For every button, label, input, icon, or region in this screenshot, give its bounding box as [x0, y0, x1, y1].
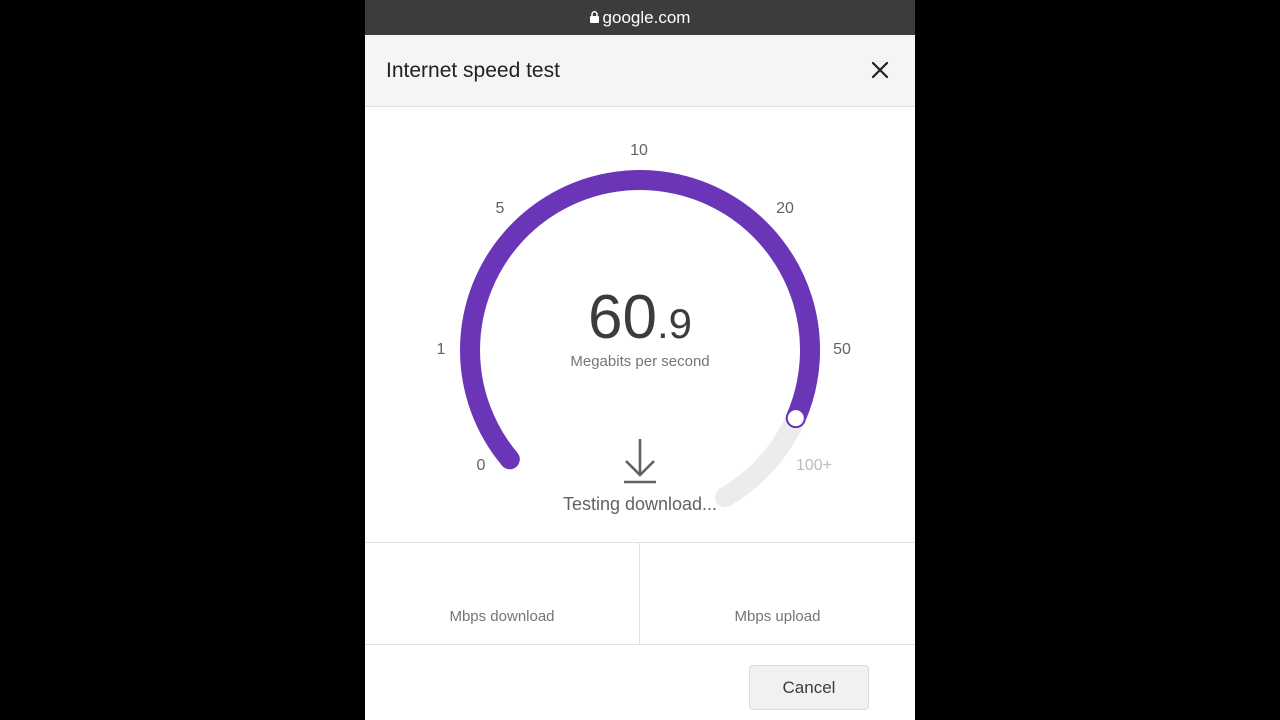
- download-arrow-icon: [624, 439, 656, 484]
- tick-label: 1: [436, 341, 446, 358]
- tick-label: 100+: [795, 457, 833, 474]
- upload-result: Mbps upload: [640, 543, 915, 644]
- speed-value-decimal: .9: [656, 300, 692, 347]
- close-icon[interactable]: [867, 57, 893, 83]
- lock-icon: [589, 10, 599, 23]
- browser-url-bar[interactable]: google.com: [365, 0, 915, 35]
- download-label: Mbps download: [449, 608, 555, 625]
- speed-unit: Megabits per second: [570, 353, 710, 370]
- speed-value-integer: 60: [588, 283, 657, 352]
- tick-label: 50: [833, 341, 851, 358]
- dialog-title: Internet speed test: [386, 59, 560, 82]
- upload-label: Mbps upload: [734, 608, 821, 625]
- speed-gauge: 0 1 5 10 20 50 100+ 60.9 Megabits per se…: [365, 107, 915, 542]
- download-result: Mbps download: [365, 543, 640, 644]
- status-text: Testing download...: [562, 494, 718, 514]
- tick-label: 20: [776, 200, 794, 217]
- phone-screen: google.com Internet speed test 0 1 5 10 …: [365, 0, 915, 720]
- results-row: Mbps download Mbps upload: [365, 542, 915, 645]
- cancel-button[interactable]: Cancel: [749, 665, 869, 710]
- url-text: google.com: [602, 7, 691, 27]
- gauge-indicator: [785, 408, 806, 429]
- tick-label: 5: [495, 200, 505, 217]
- tick-label: 10: [630, 142, 648, 159]
- speed-value: 60.9: [588, 282, 692, 353]
- dialog-header: Internet speed test: [365, 35, 915, 107]
- tick-label: 0: [476, 457, 486, 474]
